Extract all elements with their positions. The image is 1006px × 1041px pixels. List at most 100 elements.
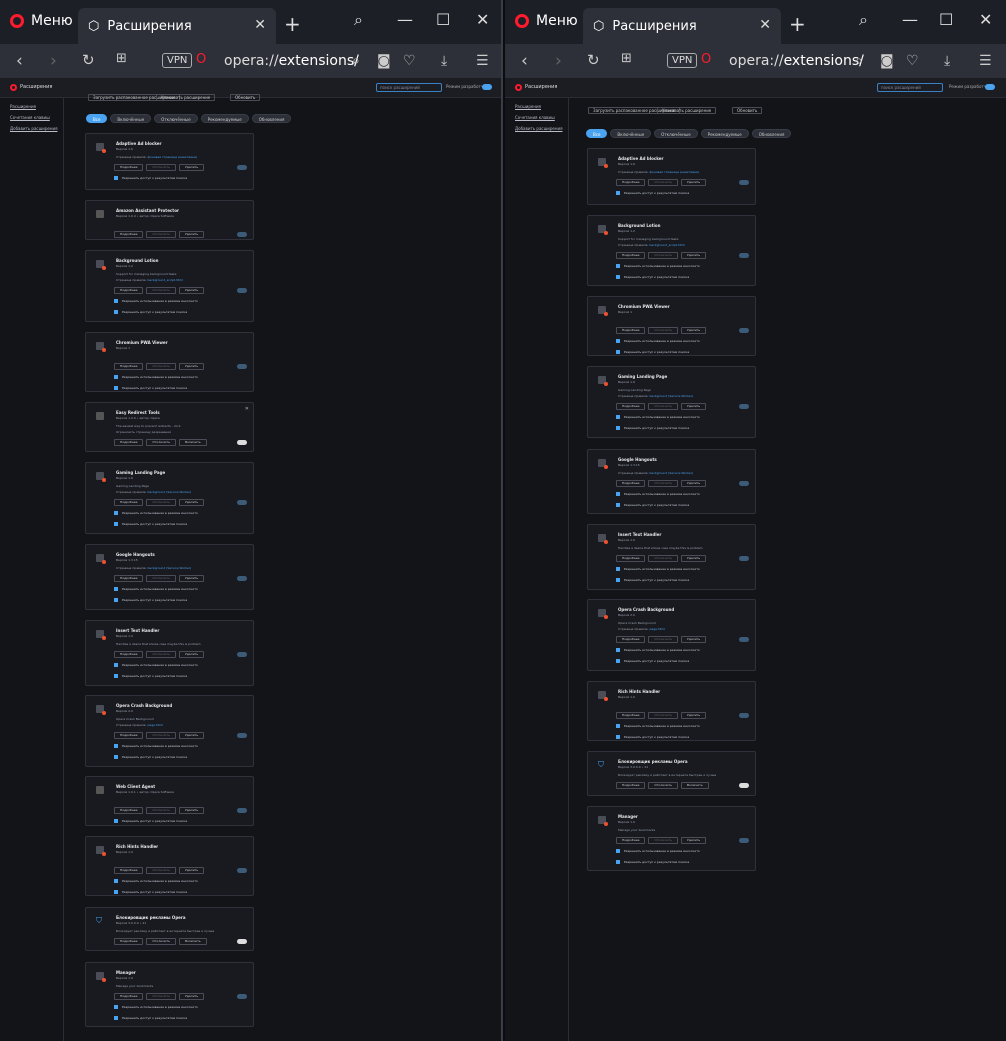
- remove-button[interactable]: Удалить: [179, 287, 205, 294]
- easy-setup-icon[interactable]: ☰: [979, 53, 992, 69]
- details-button[interactable]: Подробнее: [616, 555, 646, 562]
- details-button[interactable]: Подробнее: [616, 327, 646, 334]
- details-button[interactable]: Подробнее: [114, 499, 144, 506]
- filter-tab-2[interactable]: Отключённые: [154, 114, 198, 123]
- enable-toggle[interactable]: [237, 288, 247, 293]
- tab-extensions[interactable]: ⬡ Расширения ✕: [583, 8, 781, 44]
- camera-icon[interactable]: ◙: [377, 53, 391, 69]
- remove-button[interactable]: Удалить: [681, 252, 707, 259]
- disable-button[interactable]: Отключить: [146, 363, 177, 370]
- details-button[interactable]: Подробнее: [616, 252, 646, 259]
- disable-button[interactable]: Отключить: [146, 164, 177, 171]
- incognito-checkbox[interactable]: Разрешить использование в режиме инкогни…: [616, 724, 700, 728]
- url-field[interactable]: opera://extensions/: [729, 53, 864, 69]
- camera-icon[interactable]: ◙: [880, 53, 894, 69]
- sidebar-item-0[interactable]: Расширения: [10, 104, 63, 109]
- remove-button[interactable]: Удалить: [179, 231, 205, 238]
- inspect-link[interactable]: page.html: [147, 723, 162, 727]
- remove-button[interactable]: Удалить: [681, 636, 707, 643]
- opera-menu-button[interactable]: Меню: [10, 13, 73, 29]
- disable-button[interactable]: Отключить: [146, 651, 177, 658]
- incognito-checkbox[interactable]: Разрешить использование в режиме инкогни…: [616, 492, 700, 496]
- disable-button[interactable]: Отключить: [146, 231, 177, 238]
- file-access-checkbox[interactable]: Разрешить доступ к результатам поиска: [114, 598, 187, 602]
- file-access-checkbox[interactable]: Разрешить доступ к результатам поиска: [114, 890, 187, 894]
- file-access-checkbox[interactable]: Разрешить доступ к результатам поиска: [114, 819, 187, 823]
- url-field[interactable]: opera://extensions/: [224, 53, 359, 69]
- vpn-badge[interactable]: VPN: [162, 53, 193, 68]
- file-access-checkbox[interactable]: Разрешить доступ к результатам поиска: [616, 578, 689, 582]
- close-tab-icon[interactable]: ✕: [759, 17, 771, 33]
- search-tabs-icon[interactable]: ⌕: [354, 10, 363, 30]
- disable-button[interactable]: Отключить: [648, 480, 679, 487]
- incognito-checkbox[interactable]: Разрешить использование в режиме инкогни…: [616, 567, 700, 571]
- enable-toggle[interactable]: [739, 180, 749, 185]
- inspect-link[interactable]: background (Service Worker): [649, 394, 693, 398]
- file-access-checkbox[interactable]: Разрешить доступ к результатам поиска: [114, 1016, 187, 1020]
- easy-setup-icon[interactable]: ☰: [476, 53, 489, 69]
- incognito-checkbox[interactable]: Разрешить использование в режиме инкогни…: [114, 879, 198, 883]
- remove-button[interactable]: Удалить: [681, 327, 707, 334]
- remove-button[interactable]: Удалить: [179, 164, 205, 171]
- tab-extensions[interactable]: ⬡ Расширения ✕: [78, 8, 276, 44]
- search-input[interactable]: поиск расширений: [877, 83, 943, 92]
- new-tab-button[interactable]: +: [284, 12, 301, 36]
- close-icon[interactable]: ✕: [245, 406, 249, 412]
- filter-tab-3[interactable]: Рекомендуемые: [700, 129, 749, 138]
- inspect-link[interactable]: page.html: [649, 627, 664, 631]
- minimize-button[interactable]: —: [902, 10, 918, 29]
- close-window-button[interactable]: ✕: [476, 10, 489, 29]
- filter-tab-4[interactable]: Обновления: [751, 129, 792, 138]
- file-access-checkbox[interactable]: Разрешить доступ к результатам поиска: [616, 860, 689, 864]
- remove-button[interactable]: Удалить: [179, 732, 205, 739]
- details-button[interactable]: Подробнее: [114, 287, 144, 294]
- back-button[interactable]: ‹: [521, 51, 528, 71]
- details-button[interactable]: Подробнее: [114, 164, 144, 171]
- sidebar-item-2[interactable]: Добавить расширения: [10, 126, 63, 131]
- disable-button[interactable]: Отключить: [648, 712, 679, 719]
- file-access-checkbox[interactable]: Разрешить доступ к результатам поиска: [114, 310, 187, 314]
- details-button[interactable]: Подробнее: [616, 636, 646, 643]
- search-tabs-icon[interactable]: ⌕: [859, 10, 868, 30]
- enable-toggle[interactable]: [237, 808, 247, 813]
- details-button[interactable]: Подробнее: [616, 179, 646, 186]
- new-tab-button[interactable]: +: [789, 12, 806, 36]
- heart-icon[interactable]: ♡: [403, 53, 416, 69]
- details-button[interactable]: Подробнее: [114, 651, 144, 658]
- inspect-link[interactable]: background_script.html: [649, 243, 684, 247]
- inspect-link[interactable]: background (Service Worker): [147, 566, 191, 570]
- enable-toggle[interactable]: [237, 500, 247, 505]
- remove-button[interactable]: Удалить: [179, 575, 205, 582]
- remove-button[interactable]: Удалить: [179, 363, 205, 370]
- details-button[interactable]: Подробнее: [616, 480, 646, 487]
- maximize-button[interactable]: ☐: [939, 10, 953, 29]
- disable-button[interactable]: Отключить: [146, 867, 177, 874]
- file-access-checkbox[interactable]: Разрешить доступ к результатам поиска: [616, 735, 689, 739]
- sidebar-item-1[interactable]: Сочетания клавиш: [515, 115, 568, 120]
- enable-toggle[interactable]: [739, 713, 749, 718]
- remove-button[interactable]: Удалить: [681, 179, 707, 186]
- remove-button[interactable]: Удалить: [681, 555, 707, 562]
- incognito-checkbox[interactable]: Разрешить использование в режиме инкогни…: [616, 849, 700, 853]
- details-button[interactable]: Подробнее: [616, 782, 646, 789]
- disable-button[interactable]: Отключить: [648, 837, 679, 844]
- details-button[interactable]: Подробнее: [114, 807, 144, 814]
- enable-toggle[interactable]: [237, 652, 247, 657]
- remove-button[interactable]: Удалить: [681, 403, 707, 410]
- details-button[interactable]: Подробнее: [114, 363, 144, 370]
- inspect-link[interactable]: фоновая страница (неактивна): [147, 155, 197, 159]
- file-access-checkbox[interactable]: Разрешить доступ к результатам поиска: [114, 176, 187, 180]
- enable-toggle[interactable]: [739, 838, 749, 843]
- enable-toggle[interactable]: [237, 868, 247, 873]
- remove-button[interactable]: Удалить: [179, 993, 205, 1000]
- opera-menu-button[interactable]: Меню: [515, 13, 578, 29]
- filter-tab-3[interactable]: Рекомендуемые: [200, 114, 249, 123]
- disable-button[interactable]: Отключить: [648, 179, 679, 186]
- enable-toggle[interactable]: [237, 939, 247, 944]
- enable-toggle[interactable]: [739, 404, 749, 409]
- incognito-checkbox[interactable]: Разрешить использование в режиме инкогни…: [114, 744, 198, 748]
- forward-button[interactable]: ›: [50, 51, 57, 71]
- remove-button[interactable]: Удалить: [681, 712, 707, 719]
- details-button[interactable]: Подробнее: [616, 403, 646, 410]
- enable-toggle[interactable]: [237, 232, 247, 237]
